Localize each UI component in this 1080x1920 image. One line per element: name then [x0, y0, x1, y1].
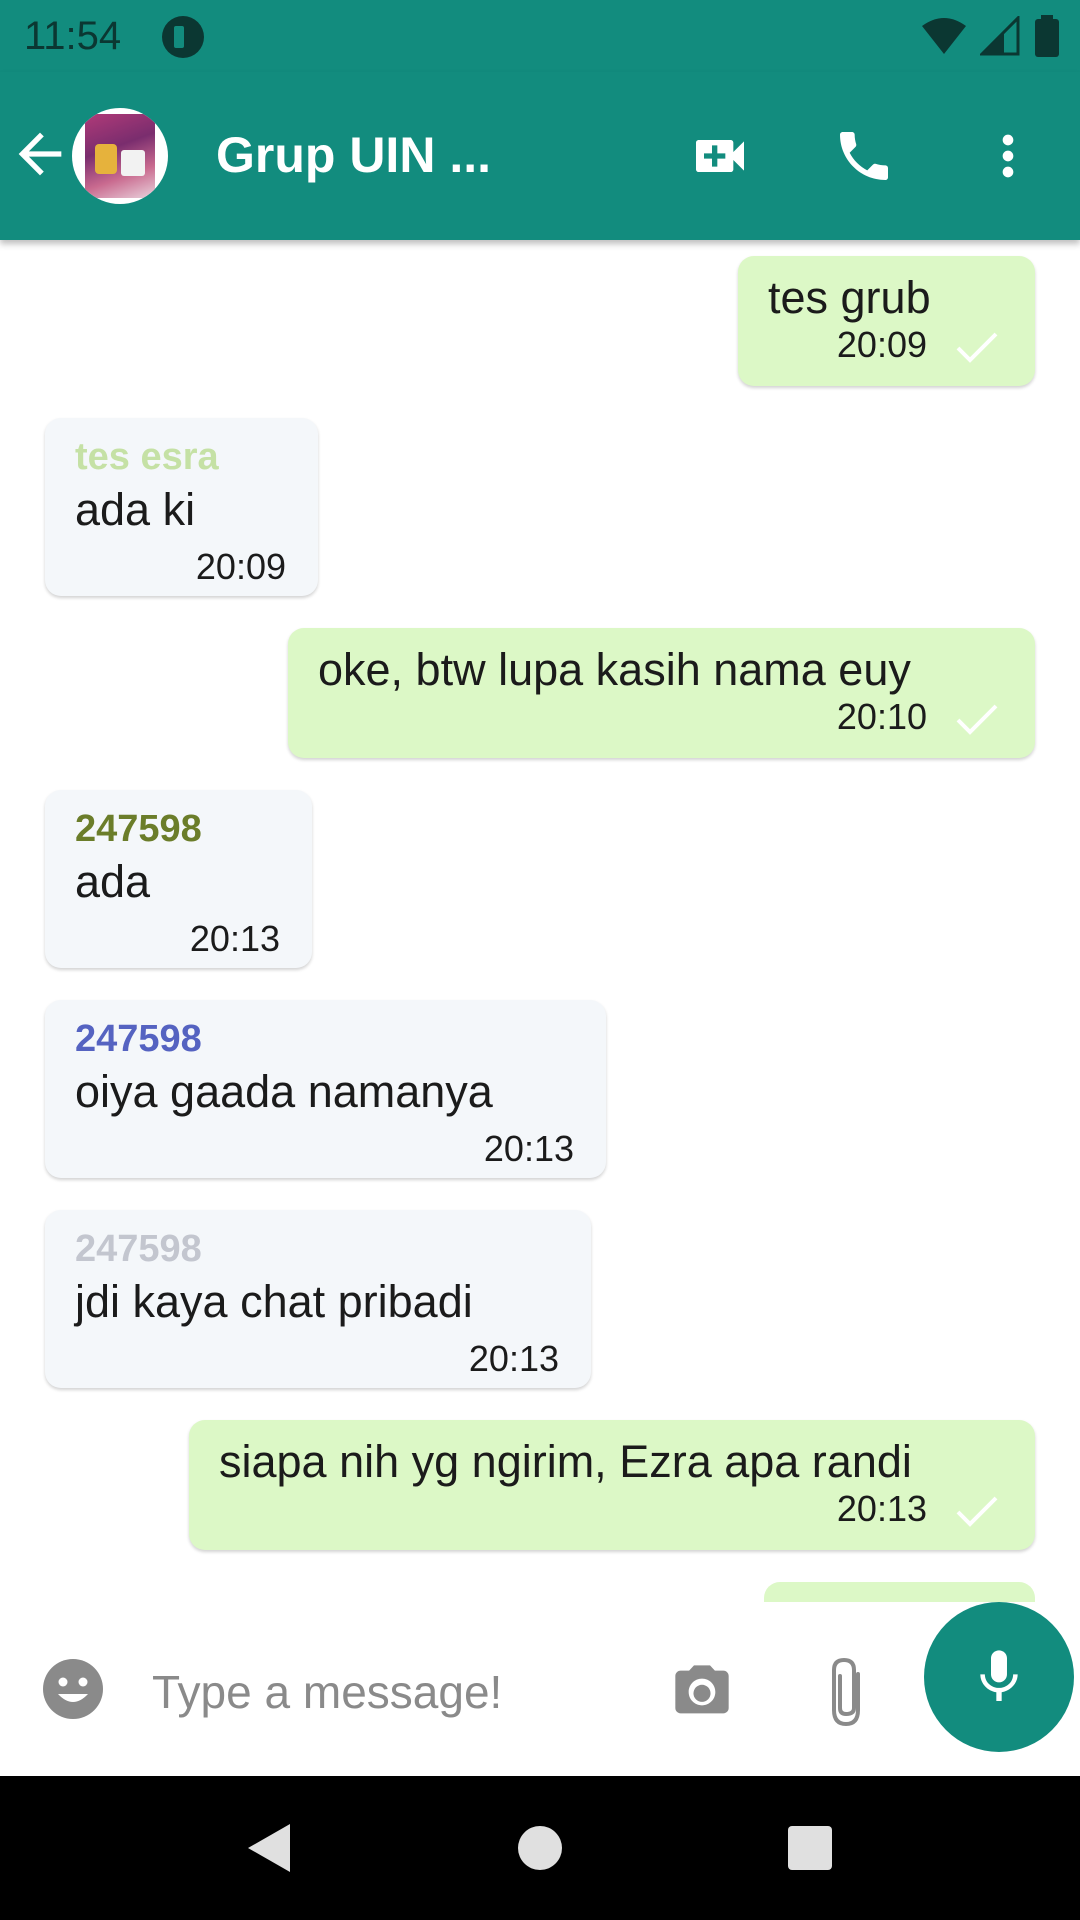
message-bubble-incoming[interactable]: 247598 ada 20:13	[45, 790, 312, 968]
message-text: ada ki	[75, 484, 196, 535]
cell-signal-icon	[980, 16, 1020, 56]
message-time: 20:13	[189, 918, 280, 959]
message-composer	[0, 1602, 1080, 1776]
nav-back-button[interactable]	[240, 1818, 300, 1878]
more-options-button[interactable]	[968, 116, 1048, 196]
message-time: 20:13	[468, 1338, 559, 1379]
status-time: 11:54	[24, 14, 122, 58]
camera-button[interactable]	[670, 1660, 734, 1724]
message-bubble-outgoing[interactable]: oke, btw lupa kasih nama euy 20:10	[288, 628, 1035, 758]
sent-check-icon	[956, 704, 998, 735]
phone-icon	[840, 132, 888, 180]
notification-app-icon	[162, 16, 204, 58]
attach-button[interactable]	[820, 1654, 872, 1730]
chat-title[interactable]: Grup UIN ...	[216, 126, 491, 184]
message-text: jdi kaya chat pribadi	[75, 1276, 473, 1327]
nav-recents-button[interactable]	[780, 1818, 840, 1878]
message-text: oiya gaada namanya	[75, 1066, 493, 1117]
emoji-icon	[43, 1659, 103, 1719]
message-sender: 247598	[75, 808, 202, 850]
mic-icon	[980, 1650, 1018, 1701]
voice-call-button[interactable]	[824, 116, 904, 196]
message-sender: tes esra	[75, 436, 219, 478]
message-input[interactable]	[150, 1656, 634, 1728]
system-navigation-bar	[0, 1776, 1080, 1920]
message-bubble-outgoing[interactable]: tes grub 20:09	[738, 256, 1035, 386]
video-call-icon	[696, 140, 744, 172]
paperclip-icon	[832, 1657, 860, 1727]
voice-record-button[interactable]	[924, 1602, 1074, 1752]
message-time: 20:09	[195, 546, 286, 587]
message-bubble-incoming[interactable]: tes esra ada ki 20:09	[45, 418, 318, 596]
battery-icon	[1035, 15, 1059, 57]
wifi-icon	[922, 18, 966, 54]
nav-home-icon	[518, 1826, 562, 1870]
message-text: tes grub	[768, 272, 931, 323]
more-vert-icon	[1002, 134, 1014, 178]
emoji-button[interactable]	[42, 1658, 104, 1720]
video-call-button[interactable]	[680, 116, 760, 196]
message-text: siapa nih yg ngirim, Ezra apa randi	[219, 1436, 912, 1487]
message-text: oke, btw lupa kasih nama euy	[318, 644, 911, 695]
arrow-back-icon	[18, 132, 62, 176]
back-button[interactable]	[8, 122, 72, 186]
message-bubble-outgoing-partial[interactable]	[764, 1582, 1035, 1602]
message-time: 20:10	[836, 696, 927, 737]
camera-icon	[675, 1665, 729, 1714]
message-text: ada	[75, 856, 151, 907]
avatar-image	[85, 114, 155, 198]
group-avatar[interactable]	[72, 108, 168, 204]
message-time: 20:13	[836, 1488, 927, 1529]
sent-check-icon	[956, 1496, 998, 1527]
chat-header: Grup UIN ...	[0, 72, 1080, 240]
status-bar: 11:54	[0, 0, 1080, 72]
nav-home-button[interactable]	[510, 1818, 570, 1878]
message-sender: 247598	[75, 1018, 202, 1060]
message-list[interactable]: tes grub 20:09 tes esra ada ki 20:09 oke…	[0, 240, 1080, 1602]
message-sender: 247598	[75, 1228, 202, 1270]
message-time: 20:09	[836, 324, 927, 365]
message-bubble-incoming[interactable]: 247598 oiya gaada namanya 20:13	[45, 1000, 606, 1178]
message-bubble-incoming[interactable]: 247598 jdi kaya chat pribadi 20:13	[45, 1210, 591, 1388]
nav-back-icon	[248, 1824, 290, 1872]
nav-recents-icon	[788, 1826, 832, 1870]
system-icons	[922, 14, 1060, 58]
message-bubble-outgoing[interactable]: siapa nih yg ngirim, Ezra apa randi 20:1…	[189, 1420, 1035, 1550]
sent-check-icon	[956, 332, 998, 363]
message-time: 20:13	[483, 1128, 574, 1169]
